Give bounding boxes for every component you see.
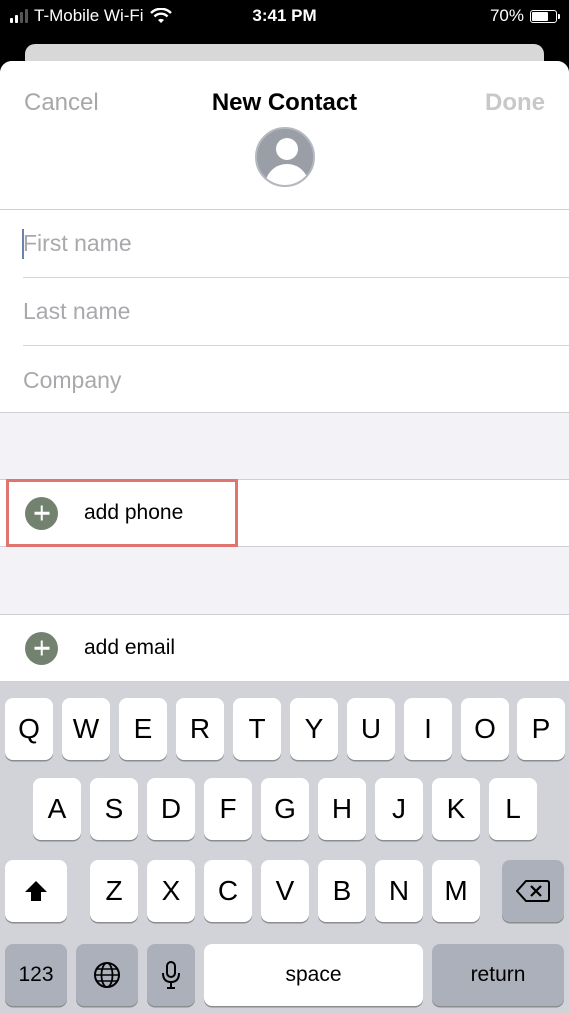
- sheet-header: Cancel New Contact Done: [0, 61, 569, 209]
- globe-key[interactable]: [76, 944, 138, 1006]
- key-v[interactable]: V: [261, 860, 309, 922]
- key-r[interactable]: R: [176, 698, 224, 760]
- key-w[interactable]: W: [62, 698, 110, 760]
- company-field[interactable]: [23, 366, 569, 394]
- status-bar: T-Mobile Wi-Fi 3:41 PM 70%: [0, 0, 569, 34]
- key-k[interactable]: K: [432, 778, 480, 840]
- key-y[interactable]: Y: [290, 698, 338, 760]
- key-g[interactable]: G: [261, 778, 309, 840]
- delete-key[interactable]: [502, 860, 564, 922]
- globe-icon: [94, 962, 120, 988]
- key-m[interactable]: M: [432, 860, 480, 922]
- key-l[interactable]: L: [489, 778, 537, 840]
- keyboard: Q W E R T Y U I O P A S D F G H J K L Z …: [0, 682, 569, 1013]
- name-fields-group: [0, 209, 569, 413]
- battery-percent: 70%: [489, 6, 524, 25]
- key-a[interactable]: A: [33, 778, 81, 840]
- avatar-head: [276, 138, 298, 160]
- shift-icon: [25, 881, 47, 901]
- key-d[interactable]: D: [147, 778, 195, 840]
- key-b[interactable]: B: [318, 860, 366, 922]
- return-key[interactable]: return: [432, 944, 564, 1006]
- numbers-key[interactable]: 123: [5, 944, 67, 1006]
- highlight-box: [6, 479, 238, 547]
- key-q[interactable]: Q: [5, 698, 53, 760]
- key-n[interactable]: N: [375, 860, 423, 922]
- key-f[interactable]: F: [204, 778, 252, 840]
- space-key[interactable]: space: [204, 944, 423, 1006]
- key-z[interactable]: Z: [90, 860, 138, 922]
- add-email-label: add email: [84, 636, 176, 659]
- shift-key[interactable]: [5, 860, 67, 922]
- key-i[interactable]: I: [404, 698, 452, 760]
- battery-icon: [530, 9, 560, 23]
- last-name-row: [23, 278, 569, 346]
- key-t[interactable]: T: [233, 698, 281, 760]
- key-e[interactable]: E: [119, 698, 167, 760]
- add-email-plus-icon[interactable]: [25, 631, 58, 665]
- first-name-row: [22, 210, 569, 278]
- first-name-field[interactable]: [23, 230, 569, 257]
- clock: 3:41 PM: [252, 6, 317, 25]
- key-s[interactable]: S: [90, 778, 138, 840]
- done-button[interactable]: Done: [485, 89, 545, 117]
- key-j[interactable]: J: [375, 778, 423, 840]
- contact-photo-avatar[interactable]: [255, 127, 315, 187]
- dictation-key[interactable]: [147, 944, 195, 1006]
- text-caret: [22, 229, 24, 259]
- key-p[interactable]: P: [517, 698, 565, 760]
- key-c[interactable]: C: [204, 860, 252, 922]
- add-email-row[interactable]: add email: [0, 614, 569, 682]
- key-x[interactable]: X: [147, 860, 195, 922]
- last-name-field[interactable]: [23, 298, 569, 325]
- avatar-body: [265, 164, 309, 185]
- key-u[interactable]: U: [347, 698, 395, 760]
- key-h[interactable]: H: [318, 778, 366, 840]
- company-row: [23, 346, 569, 414]
- backspace-icon: [516, 880, 550, 902]
- microphone-icon: [162, 961, 180, 989]
- cancel-button[interactable]: Cancel: [24, 89, 99, 117]
- battery-group: 70%: [489, 6, 560, 26]
- key-o[interactable]: O: [461, 698, 509, 760]
